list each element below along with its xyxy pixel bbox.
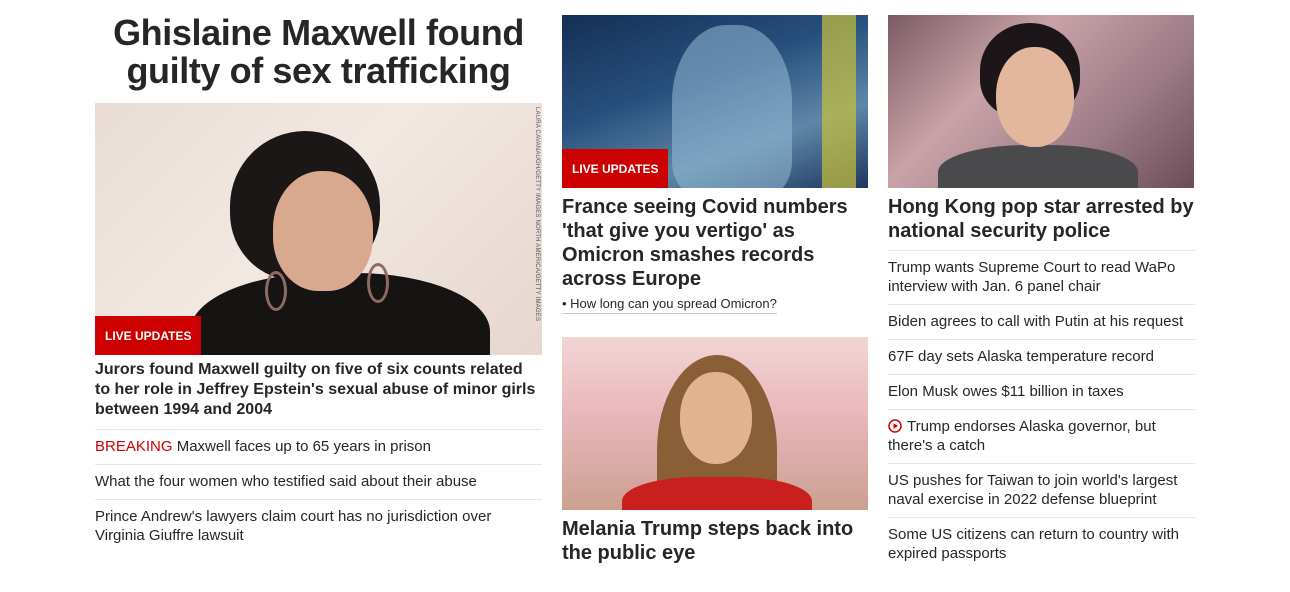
covid-story-headline[interactable]: France seeing Covid numbers 'that give y… — [562, 195, 868, 291]
melania-story-headline[interactable]: Melania Trump steps back into the public… — [562, 517, 868, 565]
lead-story-related-links: BREAKING Maxwell faces up to 65 years in… — [95, 429, 542, 553]
melania-story-image[interactable] — [562, 337, 868, 510]
image-subject-dress — [622, 477, 812, 510]
headline-link[interactable]: Biden agrees to call with Putin at his r… — [888, 304, 1195, 339]
lead-story-image[interactable]: LAURA CAVANAUGH/GETTY IMAGES NORTH AMERI… — [95, 103, 542, 355]
image-earring-right — [367, 263, 389, 303]
main-headline[interactable]: Ghislaine Maxwell found guilty of sex tr… — [95, 0, 542, 90]
headline-link[interactable]: US pushes for Taiwan to join world's lar… — [888, 463, 1195, 517]
image-earring-left — [265, 271, 287, 311]
lead-story-summary[interactable]: Jurors found Maxwell guilty on five of s… — [95, 360, 542, 420]
lead-story-column: Ghislaine Maxwell found guilty of sex tr… — [95, 0, 542, 544]
live-updates-badge[interactable]: LIVE UPDATES — [95, 316, 202, 355]
covid-story-image[interactable]: LIVE UPDATES — [562, 15, 868, 188]
headline-link[interactable]: Trump wants Supreme Court to read WaPo i… — [888, 250, 1195, 304]
live-updates-badge[interactable]: LIVE UPDATES — [562, 149, 669, 188]
image-subject-face — [680, 372, 752, 464]
related-link[interactable]: What the four women who testified said a… — [95, 464, 542, 499]
headline-list: Trump wants Supreme Court to read WaPo i… — [888, 250, 1195, 571]
related-link[interactable]: Prince Andrew's lawyers claim court has … — [95, 499, 542, 553]
photo-credit: LAURA CAVANAUGH/GETTY IMAGES NORTH AMERI… — [534, 107, 540, 322]
hong-kong-story-headline[interactable]: Hong Kong pop star arrested by national … — [888, 195, 1195, 243]
related-link-breaking[interactable]: BREAKING Maxwell faces up to 65 years in… — [95, 429, 542, 464]
related-link-text: Maxwell faces up to 65 years in prison — [172, 438, 431, 455]
headline-link-text: Trump endorses Alaska governor, but ther… — [888, 418, 1156, 454]
headline-link[interactable]: Some US citizens can return to country w… — [888, 517, 1195, 571]
hong-kong-story-image[interactable] — [888, 15, 1194, 188]
headline-link[interactable]: Elon Musk owes $11 billion in taxes — [888, 374, 1195, 409]
headline-link[interactable]: 67F day sets Alaska temperature record — [888, 339, 1195, 374]
play-circle-icon — [888, 419, 902, 433]
image-subject-face — [996, 47, 1074, 147]
image-subject-face — [273, 171, 373, 291]
omicron-sublink[interactable]: • How long can you spread Omicron? — [562, 296, 777, 314]
image-subject-jacket — [938, 145, 1138, 188]
breaking-label: BREAKING — [95, 438, 173, 455]
headline-link-video[interactable]: Trump endorses Alaska governor, but ther… — [888, 409, 1195, 463]
image-equipment — [822, 15, 856, 188]
image-subject-ppe — [672, 25, 792, 188]
